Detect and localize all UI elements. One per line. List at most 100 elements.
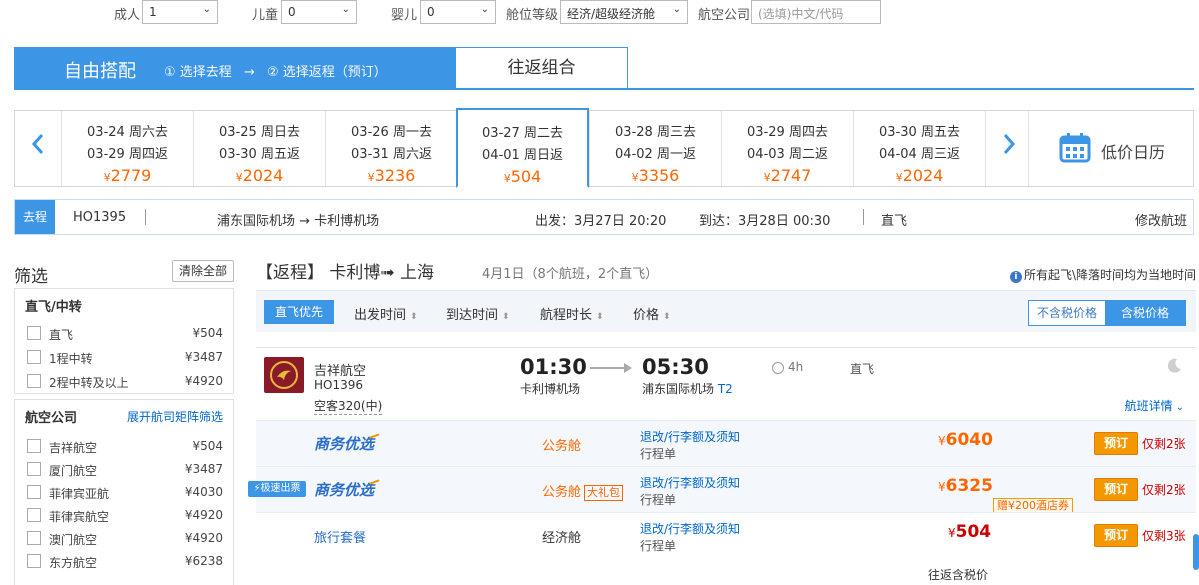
date-out: 03-26 周一去 (351, 125, 432, 140)
chevron-down-icon: ⌄ (1175, 402, 1184, 413)
date-ret: 03-30 周五返 (219, 147, 300, 162)
checkbox[interactable] (27, 462, 41, 476)
infant-select[interactable]: 0 ⌄ (420, 0, 496, 24)
option-price: ¥504 (192, 439, 223, 453)
date-price: ¥2747 (722, 166, 853, 185)
airline-option[interactable]: 澳门航空 ¥4920 (27, 528, 223, 548)
cabin-label: 舱位等级 (506, 8, 559, 23)
no-tax-price-button[interactable]: 不含税价格 (1029, 301, 1105, 325)
stops-option-direct[interactable]: 直飞 ¥504 (27, 323, 223, 343)
option-label: 2程中转及以上 (49, 376, 129, 390)
book-button[interactable]: 预订 (1094, 432, 1138, 455)
fare-brand: 商务优选 (314, 479, 381, 500)
scroll-handle[interactable] (1193, 534, 1199, 570)
prev-dates-button[interactable] (15, 111, 61, 186)
date-option-2[interactable]: 03-26 周一去 03-31 周六返 ¥3236 (325, 111, 457, 186)
stops-option-1-transfer[interactable]: 1程中转 ¥3487 (27, 347, 223, 367)
airline-option[interactable]: 菲律宾航空 ¥4920 (27, 505, 223, 525)
aircraft-type[interactable]: 空客320(中) (314, 397, 383, 415)
date-ret: 04-02 周一返 (615, 147, 696, 162)
chevron-down-icon: ⌄ (202, 4, 211, 15)
outbound-tag: 去程 (15, 200, 55, 234)
child-select[interactable]: 0 ⌄ (281, 0, 357, 24)
arrival-time: 05:30 (642, 355, 709, 379)
book-button[interactable]: 预订 (1094, 478, 1138, 501)
sort-updown-icon: ⬍ (596, 312, 604, 322)
date-option-4[interactable]: 03-28 周三去 04-02 周一返 ¥3356 (589, 111, 721, 186)
checkbox[interactable] (27, 508, 41, 522)
infant-label: 婴儿 (391, 8, 418, 23)
date-option-6[interactable]: 03-30 周五去 04-04 周三返 ¥2024 (853, 111, 985, 186)
date-price: ¥504 (458, 167, 587, 186)
cabin-class: 经济舱 (542, 531, 582, 546)
fare-price: ¥6040 (938, 430, 993, 450)
adult-select[interactable]: 1 ⌄ (142, 0, 218, 24)
currency-symbol: ¥ (367, 171, 375, 184)
next-dates-button[interactable] (985, 111, 1031, 186)
free-combo-label: 自由搭配 (64, 61, 136, 82)
step-2: ② 选择返程（预订） (266, 65, 387, 80)
date-option-5[interactable]: 03-29 周四去 04-03 周二返 ¥2747 (721, 111, 853, 186)
airline-input[interactable]: (选填)中文/代码 (751, 0, 881, 24)
airline-option[interactable]: 东方航空 ¥6238 (27, 551, 223, 571)
with-tax-price-button[interactable]: 含税价格 (1105, 301, 1185, 325)
airline-option[interactable]: 菲律宾亚航 ¥4030 (27, 482, 223, 502)
seats-left: 仅剩2张 (1142, 483, 1186, 497)
airline-filter-header: 航空公司 (25, 411, 78, 426)
date-option-1[interactable]: 03-25 周日去 03-30 周五返 ¥2024 (193, 111, 325, 186)
option-price: ¥3487 (184, 462, 223, 476)
checkbox[interactable] (27, 350, 41, 364)
stops-filter: 直飞/中转 直飞 ¥504 1程中转 ¥3487 2程中转及以上 ¥4920 (14, 288, 234, 394)
date-ret: 03-29 周四返 (87, 147, 168, 162)
divider (145, 209, 146, 225)
fare-brand[interactable]: 旅行套餐 (314, 527, 366, 546)
child-label: 儿童 (252, 8, 279, 23)
roundtrip-combo-tab[interactable]: 往返组合 (455, 47, 628, 89)
checkbox[interactable] (27, 374, 41, 388)
price-value: 3236 (374, 166, 416, 185)
clear-all-button[interactable]: 清除全部 (172, 260, 234, 282)
currency-symbol: ¥ (763, 171, 771, 184)
checkbox[interactable] (27, 326, 41, 340)
option-price: ¥4920 (184, 508, 223, 522)
currency-symbol: ¥ (503, 172, 511, 185)
fare-row: 旅行套餐 经济舱 退改/行李额及须知 行程单 ¥504 预订 仅剩3张 (256, 512, 1196, 558)
sort-arrive-time[interactable]: 到达时间 ⬍ (446, 304, 510, 323)
price-value: 2024 (902, 166, 944, 185)
airline-matrix-link[interactable]: 展开航司矩阵筛选 (127, 408, 223, 425)
modify-flight-link[interactable]: 修改航班 (1135, 210, 1187, 229)
cabin-select[interactable]: 经济/超级经济舱 ⌄ (560, 0, 688, 24)
stops-option-2-transfer[interactable]: 2程中转及以上 ¥4920 (27, 371, 223, 391)
low-price-calendar-button[interactable]: 低价日历 (1028, 111, 1193, 186)
checkbox[interactable] (27, 439, 41, 453)
arrival-airport: 浦东国际机场 T2 (642, 380, 733, 397)
sort-price[interactable]: 价格 ⬍ (633, 304, 671, 323)
date-option-3-selected[interactable]: 03-27 周二去 04-01 周日返 ¥504 (456, 108, 589, 188)
fare-price: ¥504 (948, 522, 991, 542)
outbound-summary: 去程 HO1395 浦东国际机场 → 卡利博机场 出发：3月27日 20:20 … (14, 199, 1194, 235)
refund-rules-link[interactable]: 退改/行李额及须知 (640, 520, 740, 537)
price-value: 504 (510, 167, 542, 186)
cabin-class: 公务舱 大礼包 (542, 481, 624, 501)
sort-direct-first[interactable]: 直飞优先 (264, 300, 334, 324)
sort-duration[interactable]: 航程时长 ⬍ (540, 304, 604, 323)
date-ret: 03-31 周六返 (351, 147, 432, 162)
cabin-text: 公务舱 (542, 485, 582, 500)
sort-depart-time[interactable]: 出发时间 ⬍ (354, 304, 418, 323)
checkbox[interactable] (27, 554, 41, 568)
option-price: ¥4920 (184, 531, 223, 545)
date-price: ¥2024 (854, 166, 985, 185)
date-option-0[interactable]: 03-24 周六去 03-29 周四返 ¥2779 (61, 111, 193, 186)
brand-text: 商务优选 (314, 435, 375, 453)
option-label: 吉祥航空 (49, 441, 98, 455)
checkbox[interactable] (27, 531, 41, 545)
refund-rules-link[interactable]: 退改/行李额及须知 (640, 474, 740, 491)
book-button[interactable]: 预订 (1094, 524, 1138, 547)
airline-option[interactable]: 厦门航空 ¥3487 (27, 459, 223, 479)
refund-rules-link[interactable]: 退改/行李额及须知 (640, 428, 740, 445)
flight-detail-link[interactable]: 航班详情 ⌄ (1125, 397, 1184, 414)
checkbox[interactable] (27, 485, 41, 499)
free-combo-tab[interactable]: 自由搭配 ① 选择去程 → ② 选择返程（预订） (14, 47, 455, 89)
adult-value: 1 (149, 5, 157, 19)
airline-option[interactable]: 吉祥航空 ¥504 (27, 436, 223, 456)
